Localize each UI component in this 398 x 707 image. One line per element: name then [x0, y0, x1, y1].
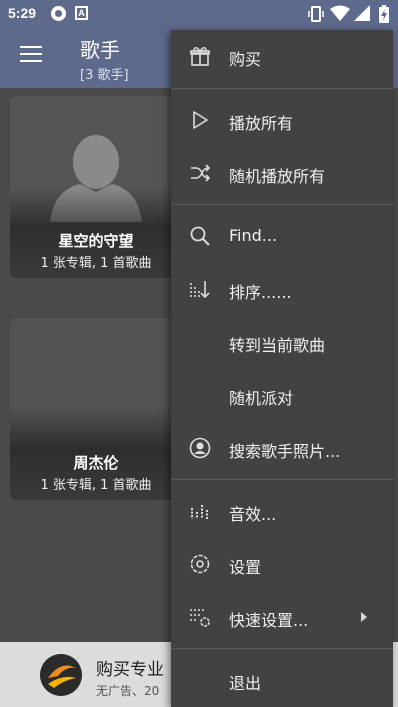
menu-item-quick-settings[interactable]: 快速设置... [171, 591, 393, 644]
vibrate-icon [308, 6, 324, 22]
menu-item-label: 退出 [229, 674, 262, 693]
artist-name: 星空的守望 [58, 232, 134, 250]
menu-divider [171, 479, 393, 480]
menu-item-shuffle-all[interactable]: 随机播放所有 [171, 147, 393, 200]
menu-item-label: 随机播放所有 [229, 167, 326, 186]
menu-item-label: 音效... [229, 505, 277, 524]
account-circle-icon [189, 437, 211, 459]
signal-icon [354, 5, 370, 21]
promo-subtitle: 无广告、20 [96, 684, 160, 698]
menu-item-label: Find... [229, 226, 278, 245]
equalizer-icon [191, 505, 208, 519]
page-title: 歌手 [80, 38, 120, 62]
artist-count: [3 歌手] [80, 68, 129, 83]
menu-divider [171, 648, 393, 649]
a-icon: A [75, 6, 88, 20]
search-icon [190, 226, 210, 246]
menu-item-random-party[interactable]: 随机派对 [171, 369, 393, 422]
artist-detail: 1 张专辑, 1 首歌曲 [40, 478, 152, 493]
status-bar: 5:29 A [0, 0, 398, 28]
battery-icon [379, 5, 389, 23]
menu-item-label: 转到当前歌曲 [229, 336, 326, 355]
menu-item-label: 播放所有 [229, 114, 294, 133]
menu-item-label: 排序...... [229, 283, 292, 302]
menu-item-sort[interactable]: 排序...... [171, 263, 393, 316]
status-time: 5:29 [8, 5, 37, 21]
menu-item-label: 随机派对 [229, 389, 294, 408]
overflow-menu: 购买 播放所有 随机播放所有 Find... 排序...... 转到当前歌曲 随… [171, 30, 393, 707]
menu-item-sound-effects[interactable]: 音效... [171, 485, 393, 538]
menu-item-find[interactable]: Find... [171, 210, 393, 263]
menu-item-label: 设置 [229, 558, 262, 577]
menu-divider [171, 204, 393, 205]
menu-item-label: 购买 [229, 50, 262, 69]
status-icons [308, 5, 392, 23]
menu-item-search-artist-photos[interactable]: 搜索歌手照片... [171, 422, 393, 475]
menu-item-label: 搜索歌手照片... [229, 442, 341, 461]
gift-icon [190, 47, 210, 66]
wifi-icon [330, 5, 350, 21]
artist-name: 周杰伦 [73, 454, 119, 472]
menu-divider [171, 88, 393, 89]
menu-item-buy[interactable]: 购买 [171, 30, 393, 83]
sort-icon [190, 281, 210, 299]
artist-detail: 1 张专辑, 1 首歌曲 [40, 256, 152, 271]
promo-title: 购买专业 [96, 660, 164, 680]
menu-item-exit[interactable]: 退出 [171, 654, 393, 707]
menu-item-go-to-current-song[interactable]: 转到当前歌曲 [171, 316, 393, 369]
settings-icon [190, 554, 210, 574]
artist-card[interactable]: 周杰伦 1 张专辑, 1 首歌曲 [10, 318, 182, 500]
artist-card[interactable]: 星空的守望 1 张专辑, 1 首歌曲 [10, 96, 182, 278]
hamburger-menu-icon[interactable] [20, 46, 42, 64]
play-icon [193, 111, 208, 129]
quick-settings-icon [190, 609, 210, 627]
shuffle-icon [191, 164, 211, 182]
app-logo-icon [40, 654, 82, 696]
app-notification-icon [51, 6, 66, 21]
menu-item-label: 快速设置... [229, 611, 309, 630]
menu-item-settings[interactable]: 设置 [171, 538, 393, 591]
menu-item-play-all[interactable]: 播放所有 [171, 94, 393, 147]
submenu-arrow-icon [361, 612, 367, 622]
